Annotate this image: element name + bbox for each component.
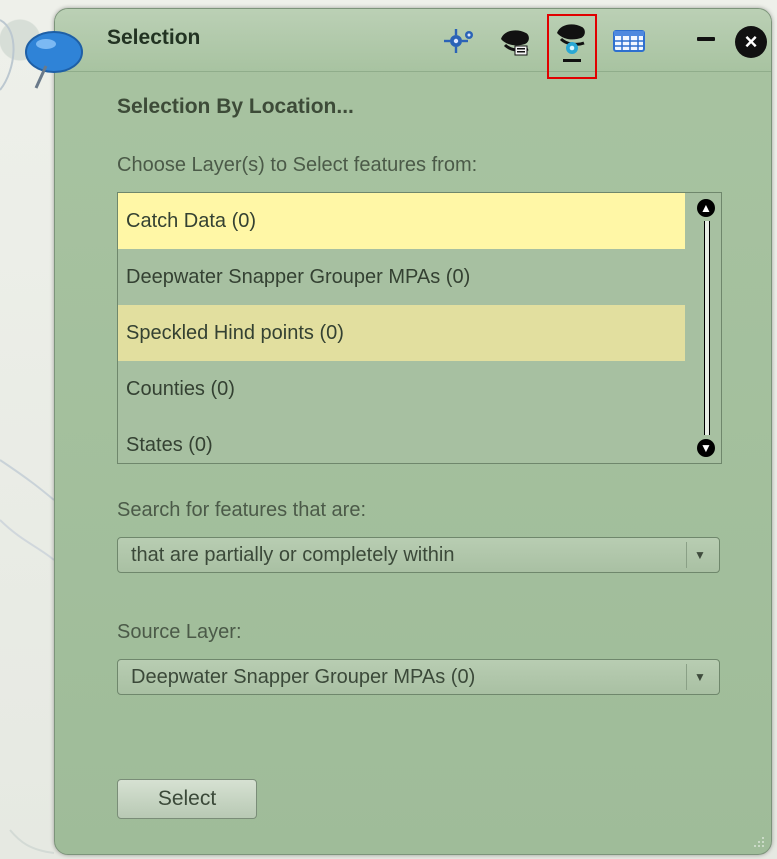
table-button[interactable] bbox=[609, 23, 649, 59]
select-features-button[interactable] bbox=[441, 23, 481, 59]
scroll-up-icon[interactable]: ▲ bbox=[697, 199, 715, 217]
select-features-icon bbox=[444, 29, 473, 53]
list-item-catch-data[interactable]: Catch Data (0) bbox=[118, 193, 685, 249]
title-bar[interactable]: Selection × bbox=[55, 9, 771, 79]
list-item-states[interactable]: States (0) bbox=[118, 417, 685, 463]
section-heading: Selection By Location... bbox=[117, 95, 354, 118]
selection-window: Selection × Selection By Location... Cho… bbox=[54, 8, 772, 855]
chevron-down-icon[interactable]: ▼ bbox=[686, 542, 713, 568]
resize-grip-icon[interactable] bbox=[751, 834, 767, 850]
window-title: Selection bbox=[107, 26, 201, 49]
select-by-attribute-icon bbox=[501, 30, 529, 56]
minimize-button[interactable] bbox=[697, 37, 715, 41]
choose-layers-label: Choose Layer(s) to Select features from: bbox=[117, 154, 478, 176]
source-layer-label: Source Layer: bbox=[117, 621, 242, 643]
map-pin-icon bbox=[25, 31, 83, 89]
select-button[interactable]: Select bbox=[117, 779, 257, 819]
select-by-location-button[interactable] bbox=[547, 13, 597, 79]
scroll-track[interactable] bbox=[704, 221, 710, 435]
list-item-speckled-hind-points[interactable]: Speckled Hind points (0) bbox=[118, 305, 685, 361]
search-features-label: Search for features that are: bbox=[117, 499, 367, 521]
search-relationship-value: that are partially or completely within bbox=[131, 544, 455, 566]
layers-scrollbar[interactable]: ▲ ▼ bbox=[697, 199, 715, 457]
layers-list[interactable]: Catch Data (0) Deepwater Snapper Grouper… bbox=[117, 192, 722, 464]
selection-content: Selection By Location... Choose Layer(s)… bbox=[117, 95, 727, 819]
source-layer-value: Deepwater Snapper Grouper MPAs (0) bbox=[131, 666, 476, 688]
search-relationship-select[interactable]: that are partially or completely within … bbox=[117, 537, 720, 573]
select-by-attribute-button[interactable] bbox=[495, 23, 535, 59]
table-icon bbox=[613, 30, 645, 52]
list-item-deepwater-snapper-grouper-mpas[interactable]: Deepwater Snapper Grouper MPAs (0) bbox=[118, 249, 685, 305]
close-button[interactable]: × bbox=[735, 26, 767, 58]
scroll-down-icon[interactable]: ▼ bbox=[697, 439, 715, 457]
select-by-location-icon bbox=[557, 23, 585, 62]
source-layer-select[interactable]: Deepwater Snapper Grouper MPAs (0) ▼ bbox=[117, 659, 720, 695]
list-item-counties[interactable]: Counties (0) bbox=[118, 361, 685, 417]
chevron-down-icon[interactable]: ▼ bbox=[686, 664, 713, 690]
toolbar bbox=[441, 13, 649, 79]
